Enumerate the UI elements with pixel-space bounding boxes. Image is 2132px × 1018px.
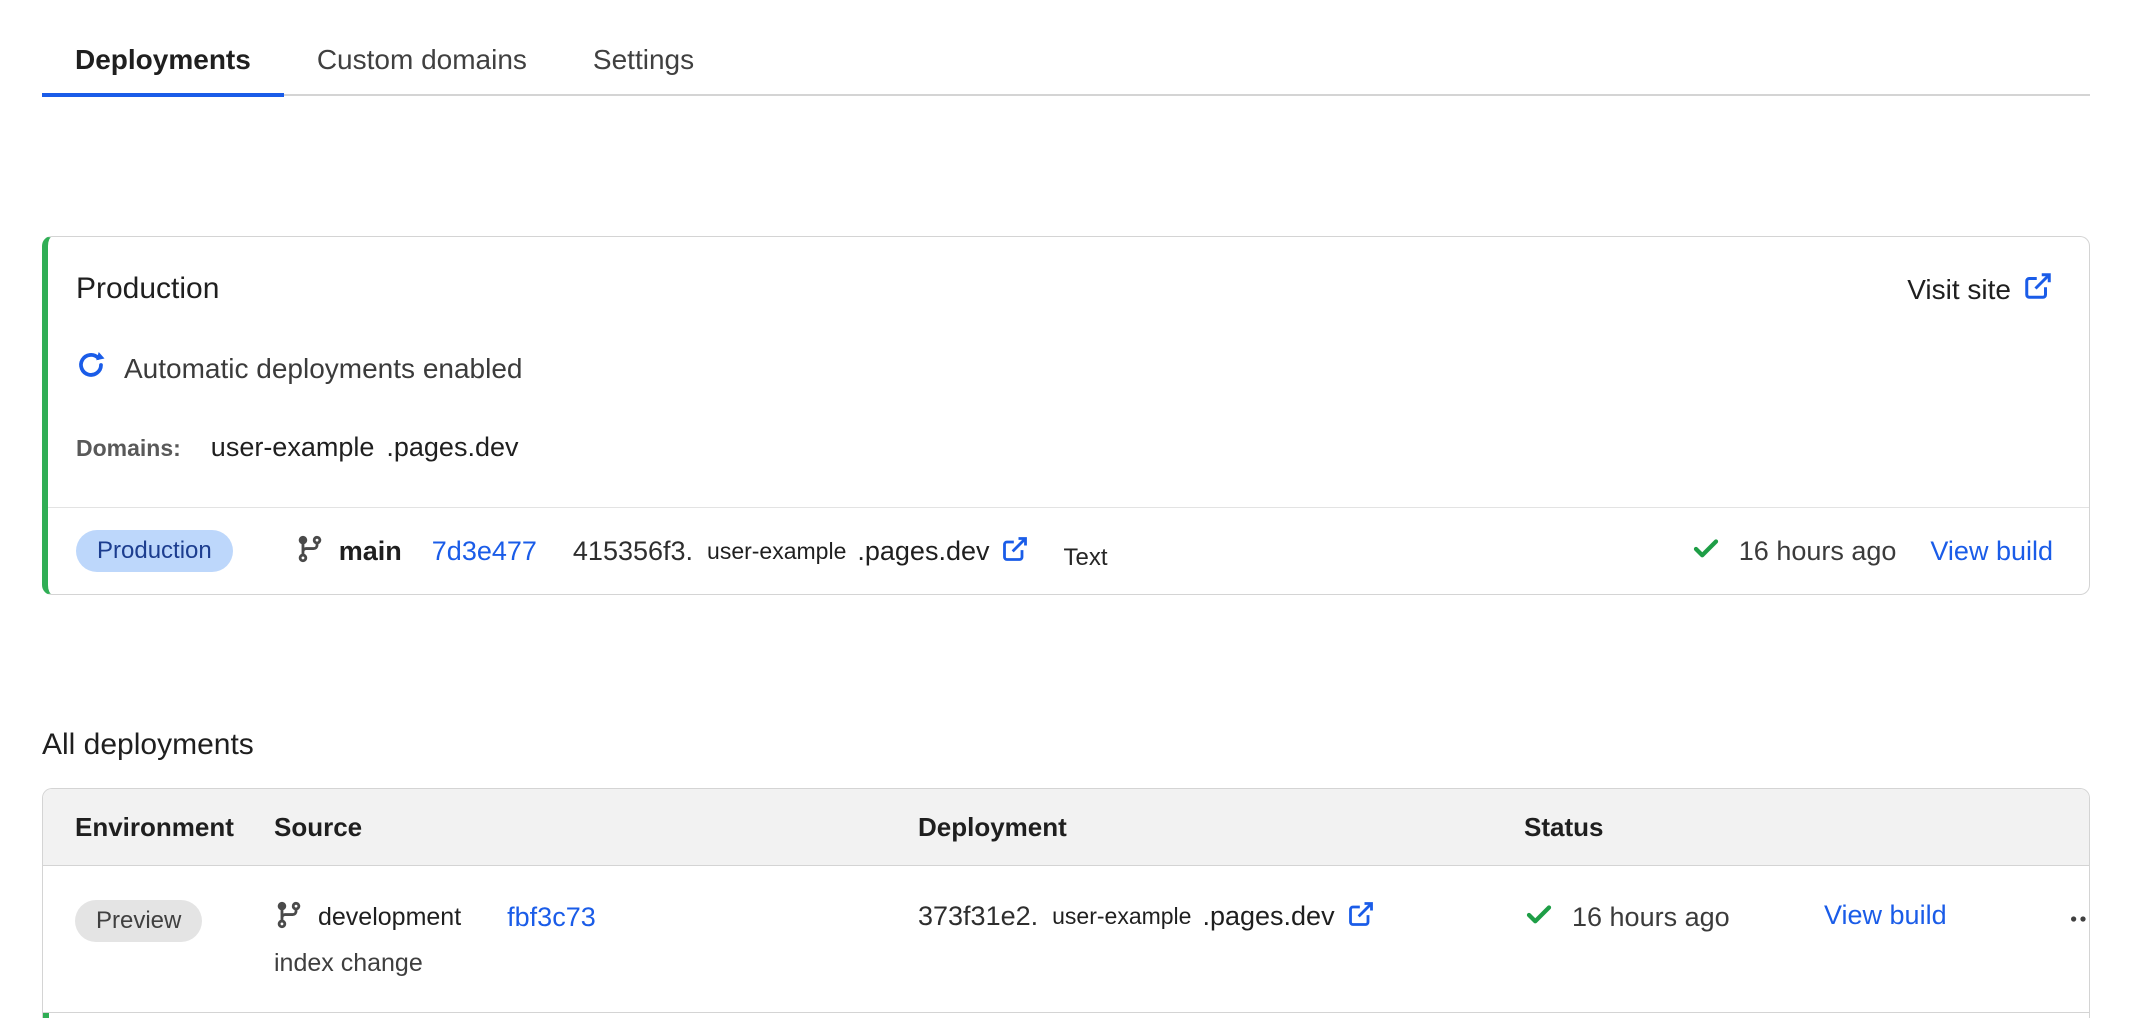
- deployment-id: 415356f3.: [573, 536, 693, 567]
- deployment-time: 16 hours ago: [1572, 902, 1730, 933]
- git-branch-icon: [274, 900, 304, 935]
- branch-name: main: [339, 536, 402, 567]
- deployment-id: 373f31e2.: [918, 901, 1038, 932]
- tab-settings[interactable]: Settings: [560, 26, 727, 97]
- production-card: Production Visit site: [42, 236, 2090, 595]
- deployment-suffix: .pages.dev: [1202, 901, 1334, 932]
- deployment-time: 16 hours ago: [1739, 536, 1897, 567]
- environment-cell: Preview: [75, 866, 274, 942]
- external-link-icon[interactable]: [1001, 535, 1029, 568]
- visit-site-link[interactable]: Visit site: [1907, 271, 2053, 308]
- deployment-host: user-example: [1052, 903, 1191, 930]
- tab-custom-domains[interactable]: Custom domains: [284, 26, 560, 97]
- domains-label: Domains:: [76, 435, 181, 462]
- table-header: Environment Source Deployment Status: [43, 789, 2089, 866]
- ellipsis-icon[interactable]: [2058, 900, 2090, 938]
- environment-badge: Production: [76, 530, 233, 572]
- git-branch-icon: [295, 534, 325, 569]
- menu-cell: [2058, 866, 2090, 938]
- production-row-indicator: [43, 1013, 49, 1018]
- pages-project-screen: Deployments Custom domains Settings Prod…: [0, 0, 2132, 1012]
- domain-name: user-example: [211, 432, 375, 463]
- domains-row: Domains: user-example .pages.dev: [76, 432, 2053, 463]
- environment-badge: Preview: [75, 900, 202, 942]
- visit-site-label: Visit site: [1907, 274, 2011, 306]
- commit-message: index change: [274, 949, 918, 978]
- view-build-cell: View build: [1824, 866, 2058, 931]
- auto-deployments-text: Automatic deployments enabled: [124, 352, 522, 386]
- deployment-cell: 373f31e2. user-example .pages.dev: [918, 866, 1524, 933]
- refresh-icon: [76, 350, 106, 388]
- column-status: Status: [1524, 812, 1824, 843]
- external-link-icon: [2023, 271, 2053, 308]
- production-card-head: Production Visit site: [48, 237, 2089, 507]
- all-deployments-title: All deployments: [42, 727, 2090, 763]
- view-build-link[interactable]: View build: [1824, 900, 1947, 930]
- external-link-icon[interactable]: [1347, 900, 1375, 933]
- deployments-table: Environment Source Deployment Status Pre…: [42, 788, 2090, 1018]
- deployment-suffix: .pages.dev: [857, 536, 989, 567]
- table-row: Preview development fbf3c73 index change…: [43, 866, 2089, 1012]
- next-row-partial: [43, 1012, 2089, 1018]
- column-source: Source: [274, 812, 918, 843]
- tab-bar: Deployments Custom domains Settings: [42, 0, 2090, 96]
- tab-deployments[interactable]: Deployments: [42, 26, 284, 97]
- production-title: Production: [76, 271, 219, 307]
- production-deployment-row: Production main 7d3e477 415356f3. user-e…: [48, 507, 2089, 594]
- source-cell: development fbf3c73 index change: [274, 866, 918, 978]
- domain-suffix: .pages.dev: [386, 432, 518, 463]
- deployment-host: user-example: [707, 538, 846, 565]
- auto-deployments-row: Automatic deployments enabled: [76, 350, 2053, 388]
- check-icon: [1524, 900, 1554, 935]
- commit-link[interactable]: fbf3c73: [507, 902, 596, 933]
- column-environment: Environment: [75, 812, 274, 843]
- commit-link[interactable]: 7d3e477: [432, 536, 537, 567]
- status-cell: 16 hours ago: [1524, 866, 1824, 935]
- column-deployment: Deployment: [918, 812, 1524, 843]
- note-text: Text: [1063, 544, 1107, 572]
- branch-name: development: [318, 903, 461, 932]
- view-build-link[interactable]: View build: [1930, 536, 2053, 567]
- check-icon: [1691, 534, 1721, 569]
